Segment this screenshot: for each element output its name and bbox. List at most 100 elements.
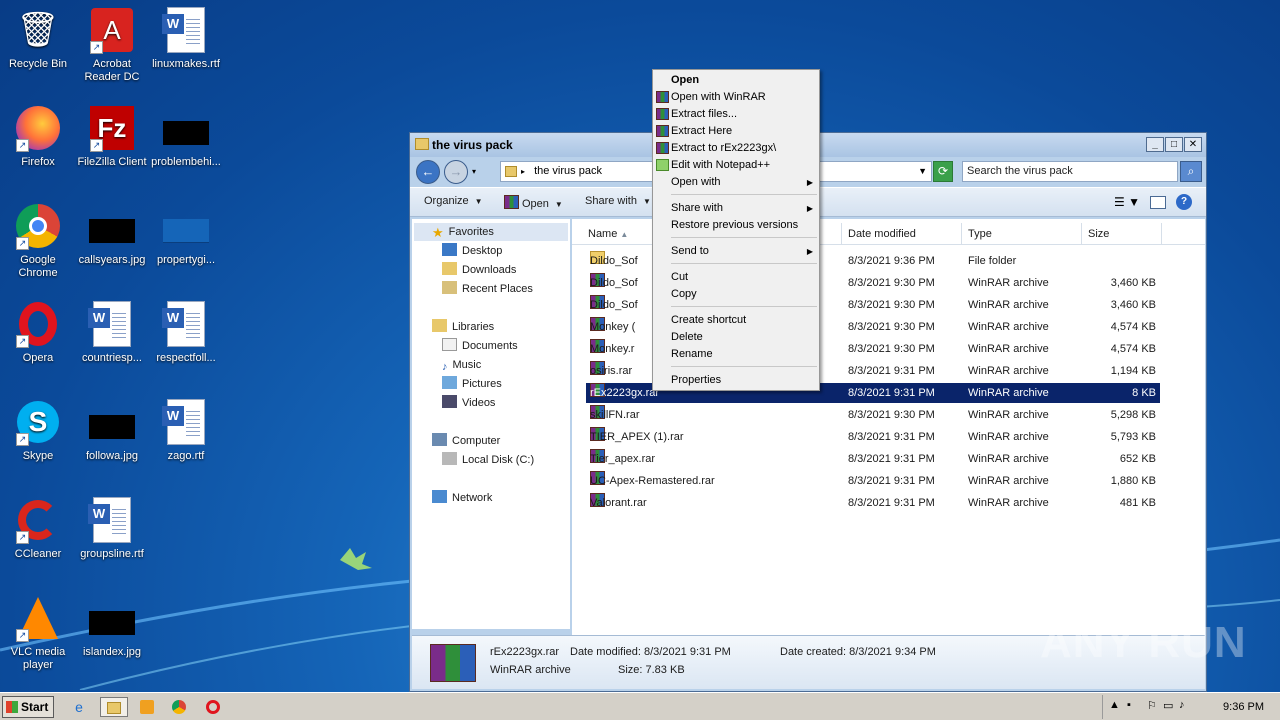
column-type[interactable]: Type [962,223,1082,245]
desktop-icon-problembehi[interactable]: problembehi... [148,104,224,169]
desktop-icon-zago[interactable]: W zago.rtf [148,398,224,463]
tray-app-icon[interactable]: ▪ [1127,699,1131,711]
opera-taskbar-icon[interactable] [202,697,224,717]
menu-send-to[interactable]: Send to ▶ [653,243,819,260]
preview-pane-icon[interactable] [1150,195,1166,209]
menu-extract-files[interactable]: Extract files... [653,106,819,123]
nav-music[interactable]: ♪ Music [442,356,481,374]
desktop-icon-propertygi[interactable]: propertygi... [148,202,224,267]
nav-pictures[interactable]: Pictures [442,375,502,393]
file-name: Dildo_Sof [590,299,638,311]
chevron-down-icon[interactable]: ▼ [918,162,927,181]
back-button[interactable]: ← [416,160,440,184]
nav-downloads[interactable]: Downloads [442,261,516,279]
desktop-icon-islandex[interactable]: islandex.jpg [74,594,150,659]
menu-copy[interactable]: Copy [653,286,819,303]
desktop-icon-ccleaner[interactable]: ↗ CCleaner [0,496,76,561]
volume-icon[interactable]: ♪ [1179,699,1185,711]
file-type: WinRAR archive [968,409,1049,421]
taskbar: Start e ▲ ▪ ⚐ ▭ ♪ 9:36 PM [0,692,1280,720]
network-icon [432,490,447,503]
menu-properties[interactable]: Properties [653,372,819,389]
file-row[interactable]: UC-Apex-Remastered.rar 8/3/2021 9:31 PM Wi… [586,471,1160,491]
clock[interactable]: 9:36 PM [1223,701,1264,713]
share-with-button[interactable]: Share with ▼ [585,195,651,207]
minimize-button[interactable]: _ [1146,137,1164,152]
desktop-icon-filezilla[interactable]: Fz ↗ FileZilla Client [74,104,150,169]
show-hidden-icons-icon[interactable]: ▲ [1109,699,1120,711]
help-icon[interactable]: ? [1176,194,1192,210]
desktop-icon-firefox[interactable]: ↗ Firefox [0,104,76,169]
refresh-button[interactable]: ⟳ [933,161,953,182]
menu-delete[interactable]: Delete [653,329,819,346]
menu-open-with[interactable]: Open with ▶ [653,174,819,191]
menu-open[interactable]: Open [653,72,819,89]
file-date: 8/3/2021 9:31 PM [848,431,935,443]
desktop-icon [442,243,457,256]
menu-open-with-winrar[interactable]: Open with WinRAR [653,89,819,106]
winrar-archive-icon [430,644,476,682]
menu-edit-notepadpp[interactable]: Edit with Notepad++ [653,157,819,174]
network-tray-icon[interactable]: ▭ [1163,699,1173,712]
nav-libraries[interactable]: Libraries [432,318,494,336]
desktop-icon-callsyears[interactable]: callsyears.jpg [74,202,150,267]
menu-share-with[interactable]: Share with ▶ [653,200,819,217]
file-type: WinRAR archive [968,387,1049,399]
nav-videos[interactable]: Videos [442,394,495,412]
file-name: rEx2223gx.rar [590,387,660,399]
file-type: WinRAR archive [968,431,1049,443]
view-options-icon[interactable]: ☰ ▼ [1114,195,1140,209]
organize-button[interactable]: Organize ▼ [424,195,483,207]
file-date: 8/3/2021 9:31 PM [848,497,935,509]
desktop-icon-vlc[interactable]: ↗ VLC media player [0,594,76,672]
nav-desktop[interactable]: Desktop [442,242,502,260]
internet-explorer-icon[interactable]: e [68,697,90,717]
menu-restore-previous-versions[interactable]: Restore previous versions [653,217,819,234]
column-size[interactable]: Size [1082,223,1162,245]
desktop-icon-followa[interactable]: followa.jpg [74,398,150,463]
search-input[interactable]: Search the virus pack [962,161,1178,182]
menu-extract-to[interactable]: Extract to rEx2223gx\ [653,140,819,157]
file-date: 8/3/2021 9:30 PM [848,277,935,289]
image-thumbnail-icon [163,121,209,145]
desktop-icon-recycle-bin[interactable]: 🗑 Recycle Bin [0,6,76,71]
file-type: WinRAR archive [968,343,1049,355]
menu-cut[interactable]: Cut [653,269,819,286]
search-icon[interactable]: ⌕ [1180,161,1202,182]
desktop-icon-respectfoll[interactable]: W respectfoll... [148,300,224,365]
file-name: Tier_apex.rar [590,453,656,465]
nav-local-disk[interactable]: Local Disk (C:) [442,451,534,469]
recent-pages-dropdown[interactable]: ▾ [472,167,476,176]
chrome-taskbar-icon[interactable] [168,697,190,717]
forward-button[interactable]: → [444,160,468,184]
menu-extract-here[interactable]: Extract Here [653,123,819,140]
desktop-icon-acrobat[interactable]: A ↗ Acrobat Reader DC [74,6,150,84]
open-button[interactable]: Open ▼ [504,195,563,210]
start-button[interactable]: Start [2,696,54,718]
desktop-icon-skype[interactable]: S ↗ Skype [0,398,76,463]
nav-network[interactable]: Network [432,489,492,507]
desktop-icon-countriesp[interactable]: W countriesp... [74,300,150,365]
nav-computer[interactable]: Computer [432,432,500,450]
desktop-icon-groupsline[interactable]: W groupsline.rtf [74,496,150,561]
file-row[interactable]: skillFN.rar 8/3/2021 9:30 PM WinRAR archiv… [586,405,1160,425]
menu-create-shortcut[interactable]: Create shortcut [653,312,819,329]
desktop-icon-opera[interactable]: ↗ Opera [0,300,76,365]
menu-rename[interactable]: Rename [653,346,819,363]
file-row[interactable]: Valorant.rar 8/3/2021 9:31 PM WinRAR archi… [586,493,1160,513]
media-player-icon[interactable] [136,697,158,717]
maximize-button[interactable]: □ [1165,137,1183,152]
explorer-taskbar-icon[interactable] [100,697,128,717]
nav-documents[interactable]: Documents [442,337,518,355]
column-date-modified[interactable]: Date modified [842,223,962,245]
nav-recent-places[interactable]: Recent Places [442,280,533,298]
action-center-icon[interactable]: ⚐ [1147,699,1157,712]
file-row[interactable]: Tier_apex.rar 8/3/2021 9:31 PM WinRAR arch… [586,449,1160,469]
desktop-icon-linuxmakes[interactable]: W linuxmakes.rtf [148,6,224,71]
close-button[interactable]: ✕ [1184,137,1202,152]
nav-favorites[interactable]: ★ Favorites [432,223,494,241]
details-modified: Date modified: 8/3/2021 9:31 PM [570,646,731,658]
file-size: 4,574 KB [1110,343,1156,355]
desktop-icon-chrome[interactable]: ↗ Google Chrome [0,202,76,280]
file-row[interactable]: TIER_APEX (1).rar 8/3/2021 9:31 PM WinRAR … [586,427,1160,447]
